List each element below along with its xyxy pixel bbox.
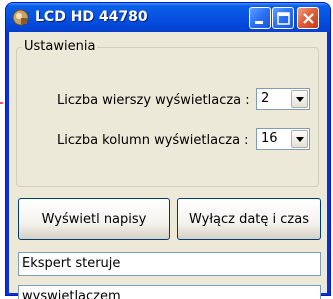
line1-field[interactable]: Ekspert steruje [18,252,321,276]
rows-label: Liczba wierszy wyświetlacza : [57,93,250,108]
rows-select[interactable]: 2 [256,88,310,110]
show-text-button[interactable]: Wyświetl napisy [18,198,170,240]
cols-select-value: 16 [261,131,278,146]
window-title: LCD HD 44780 [35,9,148,25]
minimize-button[interactable] [249,7,271,29]
app-icon [12,9,29,26]
close-icon [303,13,314,24]
line2-field[interactable]: wyswietlaczem [18,285,321,299]
minimize-icon [255,21,263,24]
cols-select[interactable]: 16 [256,128,310,150]
cols-dropdown-button[interactable] [291,130,308,148]
chevron-down-icon [296,137,304,142]
rows-dropdown-button[interactable] [291,90,308,108]
window-client-area: Ustawienia Liczba wierszy wyświetlacza :… [9,32,327,299]
toggle-datetime-button[interactable]: Wyłącz datę i czas [177,198,321,240]
title-bar[interactable]: LCD HD 44780 [6,3,330,32]
close-button[interactable] [297,7,319,29]
maximize-button[interactable] [272,7,294,29]
maximize-icon [277,12,290,25]
app-window: LCD HD 44780 Ustawienia Liczba wierszy w… [5,2,331,299]
chevron-down-icon [296,97,304,102]
rows-select-value: 2 [261,91,270,106]
settings-group-label: Ustawienia [22,39,98,54]
cols-label: Liczba kolumn wyświetlacza : [57,133,249,148]
settings-group [16,47,319,187]
